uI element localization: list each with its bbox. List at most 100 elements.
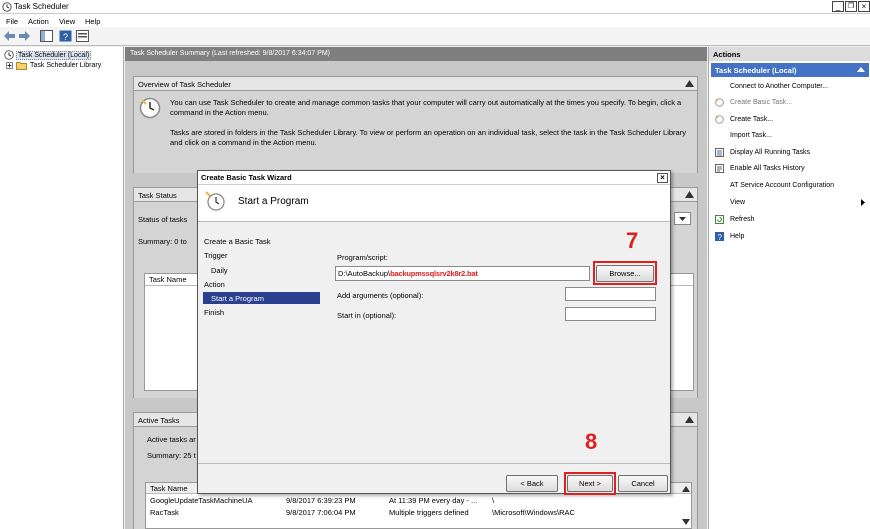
action-create-basic-task[interactable]: Create Basic Task... — [730, 99, 792, 106]
browse-highlight-box — [593, 261, 657, 285]
active-tasks-panel-title: Active Tasks — [138, 416, 180, 425]
menu-file[interactable]: File — [6, 17, 18, 26]
wizard-close-button[interactable]: × — [657, 173, 668, 183]
overview-panel-title: Overview of Task Scheduler — [138, 80, 231, 89]
action-import-task[interactable]: Import Task... — [730, 132, 772, 139]
history-icon — [715, 164, 724, 173]
program-path-file: backupmssqlsrv2k8r2.bat — [390, 269, 478, 278]
create-basic-task-wizard-dialog: Create Basic Task Wizard × Start a Progr… — [197, 170, 671, 495]
overview-panel-header[interactable]: Overview of Task Scheduler — [133, 76, 698, 91]
properties-icon[interactable] — [76, 30, 89, 42]
step-start-a-program-label: Start a Program — [211, 294, 264, 303]
show-hide-tree-icon[interactable] — [40, 30, 53, 42]
step-start-a-program-selected[interactable]: Start a Program — [203, 292, 320, 304]
step-daily[interactable]: Daily — [211, 266, 228, 275]
step-action[interactable]: Action — [204, 280, 225, 289]
actions-title: Actions — [709, 47, 870, 61]
back-arrow-icon[interactable] — [3, 30, 16, 42]
summary-header: Task Scheduler Summary (Last refreshed: … — [125, 47, 707, 61]
submenu-arrow-icon — [861, 199, 865, 206]
toolbar: ? — [0, 27, 870, 46]
start-in-label: Start in (optional): — [337, 311, 397, 320]
tree-item-task-scheduler-library[interactable]: Task Scheduler Library — [30, 62, 101, 69]
overview-panel-body: You can use Task Scheduler to create and… — [133, 91, 698, 173]
close-button[interactable]: × — [858, 1, 870, 12]
scroll-up-arrow-icon[interactable] — [682, 485, 690, 492]
collapse-arrow-icon[interactable] — [685, 416, 694, 423]
actions-section-task-scheduler-local[interactable]: Task Scheduler (Local) — [711, 63, 869, 77]
actions-pane: Actions Task Scheduler (Local) Connect t… — [708, 47, 870, 529]
actions-section-label: Task Scheduler (Local) — [715, 66, 797, 75]
back-button[interactable]: < Back — [506, 475, 558, 492]
collapse-arrow-icon[interactable] — [685, 191, 694, 198]
help-icon: ? — [715, 232, 724, 241]
active-tasks-description: Active tasks ar — [147, 435, 196, 444]
create-task-icon — [715, 115, 724, 124]
add-arguments-input[interactable] — [565, 287, 656, 301]
expand-icon[interactable] — [6, 62, 13, 69]
minimize-button[interactable]: _ — [832, 1, 844, 12]
step-finish[interactable]: Finish — [204, 308, 224, 317]
task-status-panel-title: Task Status — [138, 191, 177, 200]
cancel-button[interactable]: Cancel — [618, 475, 668, 492]
wizard-title-bar: Create Basic Task Wizard × — [198, 171, 670, 185]
tree-item-task-scheduler-local[interactable]: Task Scheduler (Local) — [16, 51, 92, 60]
action-connect-to-another-computer[interactable]: Connect to Another Computer... — [730, 83, 828, 90]
annotation-step-7: 7 — [626, 228, 639, 253]
location-cell: \Microsoft\Windows\RAC — [492, 508, 575, 517]
active-tasks-summary: Summary: 25 t — [147, 451, 196, 460]
clock-icon — [4, 50, 14, 60]
computer-icon — [715, 82, 724, 91]
wizard-header-title: Start a Program — [238, 196, 309, 207]
status-of-tasks-label: Status of tasks — [138, 215, 188, 224]
table-row[interactable]: RacTask 9/8/2017 7:06:04 PM Multiple tri… — [146, 507, 676, 519]
action-create-task[interactable]: Create Task... — [730, 116, 773, 123]
program-script-input[interactable]: D:\AutoBackup\backupmssqlsrv2k8r2.bat — [335, 266, 590, 281]
menu-help[interactable]: Help — [85, 17, 100, 26]
action-help[interactable]: Help — [730, 233, 744, 240]
action-display-all-running-tasks[interactable]: Display All Running Tasks — [730, 149, 810, 156]
annotation-step-8: 8 — [585, 429, 598, 454]
overview-paragraph-1: You can use Task Scheduler to create and… — [170, 98, 682, 117]
trigger-cell: Multiple triggers defined — [389, 508, 469, 517]
restore-button[interactable]: ❐ — [845, 1, 857, 12]
start-in-input[interactable] — [565, 307, 656, 321]
task-scheduler-app-icon — [2, 2, 12, 12]
collapse-arrow-icon[interactable] — [685, 80, 694, 87]
overview-paragraph-2: Tasks are stored in folders in the Task … — [170, 128, 686, 147]
help-toolbar-icon[interactable]: ? — [59, 30, 72, 42]
forward-arrow-icon[interactable] — [18, 30, 31, 42]
column-header-task-name[interactable]: Task Name — [149, 275, 187, 284]
wizard-footer-divider — [198, 463, 670, 464]
list-icon — [715, 148, 724, 157]
task-name-cell: RacTask — [150, 508, 179, 517]
folder-icon — [16, 62, 27, 70]
column-header-task-name[interactable]: Task Name — [150, 484, 188, 493]
program-path-prefix: D:\AutoBackup\ — [338, 269, 391, 278]
status-dropdown[interactable] — [674, 212, 691, 225]
collapse-arrow-icon[interactable] — [857, 67, 865, 72]
action-view[interactable]: View — [730, 199, 745, 206]
next-run-cell: 9/8/2017 7:06:04 PM — [286, 508, 356, 517]
next-highlight-box — [564, 472, 616, 495]
action-at-service-account-configuration[interactable]: AT Service Account Configuration — [730, 182, 834, 189]
action-enable-all-tasks-history[interactable]: Enable All Tasks History — [730, 165, 805, 172]
program-script-label: Program/script: — [337, 253, 388, 262]
step-create-basic-task[interactable]: Create a Basic Task — [204, 237, 271, 246]
table-row[interactable]: GoogleUpdateTaskMachineUA 9/8/2017 6:39:… — [146, 495, 676, 507]
menu-view[interactable]: View — [59, 17, 75, 26]
next-run-cell: 9/8/2017 6:39:23 PM — [286, 496, 356, 505]
location-cell: \ — [492, 496, 495, 505]
chevron-down-icon — [679, 217, 686, 221]
wizard-title: Create Basic Task Wizard — [201, 173, 292, 182]
task-name-cell: GoogleUpdateTaskMachineUA — [150, 496, 253, 505]
scroll-down-arrow-icon[interactable] — [682, 519, 690, 526]
svg-text:?: ? — [63, 32, 68, 42]
scheduler-clock-icon — [139, 97, 161, 119]
wizard-header: Start a Program — [198, 185, 670, 222]
trigger-cell: At 11:39 PM every day - ... — [389, 496, 478, 505]
step-trigger[interactable]: Trigger — [204, 251, 227, 260]
window-title: Task Scheduler — [14, 2, 69, 11]
action-refresh[interactable]: Refresh — [730, 216, 755, 223]
menu-action[interactable]: Action — [28, 17, 49, 26]
